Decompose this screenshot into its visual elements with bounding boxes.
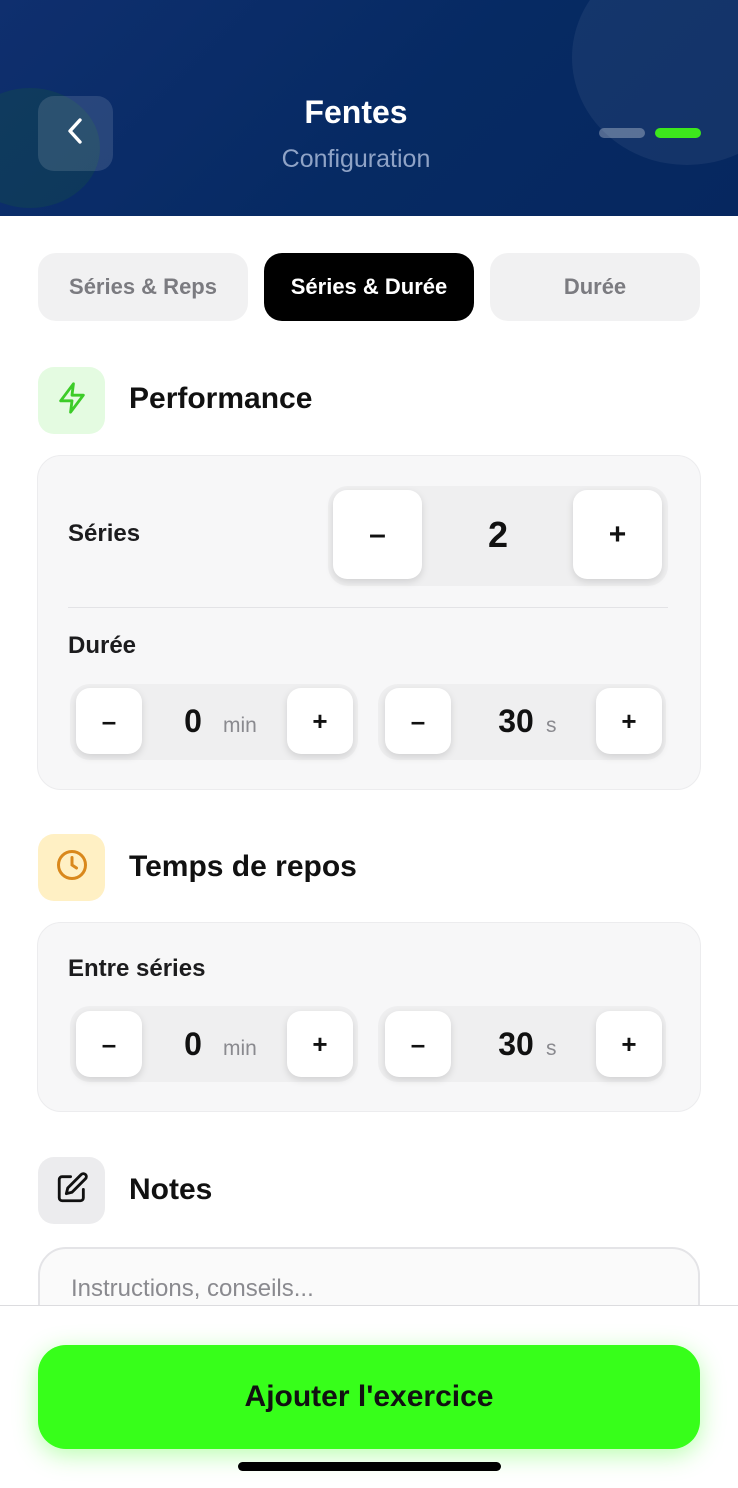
duration-minutes-minus-button[interactable]: – xyxy=(76,688,142,754)
rest-minutes-unit: min xyxy=(223,1037,257,1060)
header-decoration-circle xyxy=(572,0,738,165)
edit-icon xyxy=(55,1171,89,1210)
duration-minutes-plus-button[interactable]: + xyxy=(287,688,353,754)
divider xyxy=(68,607,668,608)
rest-seconds-unit: s xyxy=(546,1037,557,1060)
duration-seconds-value: 30 xyxy=(498,703,534,739)
tab-series-duree[interactable]: Séries & Durée xyxy=(264,253,474,321)
performance-icon-badge xyxy=(38,367,105,434)
between-sets-label: Entre séries xyxy=(68,955,206,982)
lightning-bolt-icon xyxy=(55,381,89,420)
sets-plus-button[interactable]: + xyxy=(573,490,662,579)
step-indicator-2-active xyxy=(655,128,701,138)
sets-value: 2 xyxy=(487,514,509,555)
duration-seconds-plus-button[interactable]: + xyxy=(596,688,662,754)
sets-label: Séries xyxy=(68,520,141,547)
rest-seconds-plus-button[interactable]: + xyxy=(596,1011,662,1077)
duration-minutes-value: 0 xyxy=(184,703,202,739)
home-indicator xyxy=(238,1462,501,1471)
rest-minutes-value: 0 xyxy=(184,1026,202,1062)
tab-duree[interactable]: Durée xyxy=(490,253,700,321)
rest-seconds-value: 30 xyxy=(498,1026,534,1062)
header: Fentes Configuration xyxy=(0,0,738,216)
page-subtitle: Configuration xyxy=(281,145,431,173)
rest-seconds-minus-button[interactable]: – xyxy=(385,1011,451,1077)
notes-title: Notes xyxy=(129,1173,213,1206)
step-indicator-1 xyxy=(599,128,645,138)
sets-minus-button[interactable]: – xyxy=(333,490,422,579)
rest-minutes-minus-button[interactable]: – xyxy=(76,1011,142,1077)
page-title: Fentes xyxy=(304,94,408,130)
notes-icon-badge xyxy=(38,1157,105,1224)
rest-title: Temps de repos xyxy=(129,850,357,883)
clock-icon xyxy=(54,847,90,888)
duration-label: Durée xyxy=(68,632,137,659)
rest-minutes-plus-button[interactable]: + xyxy=(287,1011,353,1077)
duration-seconds-minus-button[interactable]: – xyxy=(385,688,451,754)
performance-title: Performance xyxy=(129,382,313,415)
duration-minutes-unit: min xyxy=(223,714,257,737)
tab-series-reps[interactable]: Séries & Reps xyxy=(38,253,248,321)
duration-seconds-unit: s xyxy=(546,714,557,737)
add-exercise-button[interactable]: Ajouter l'exercice xyxy=(38,1345,700,1449)
rest-icon-badge xyxy=(38,834,105,901)
